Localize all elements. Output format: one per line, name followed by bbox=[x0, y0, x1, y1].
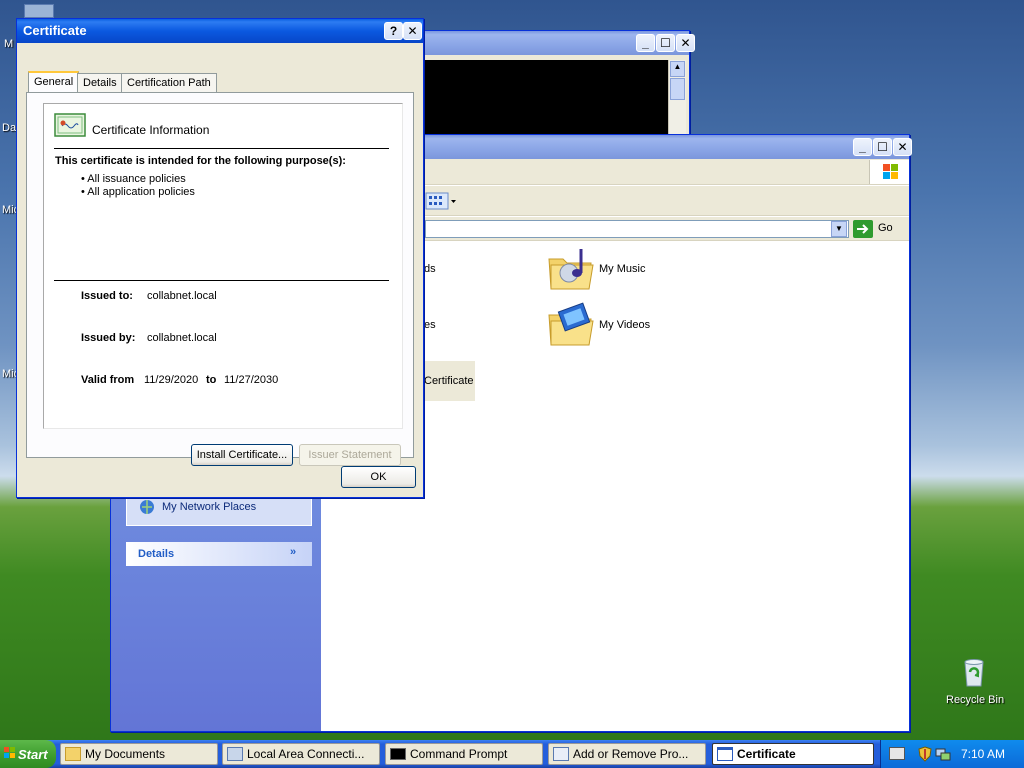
close-button[interactable]: ✕ bbox=[893, 138, 912, 156]
divider bbox=[54, 280, 389, 281]
issued-to-label: Issued to: bbox=[81, 290, 133, 302]
certificate-info-panel: Certificate Information This certificate… bbox=[43, 103, 403, 429]
command-prompt-window: _ ☐ ✕ ▲ bbox=[395, 30, 695, 140]
tab-general[interactable]: General bbox=[28, 71, 80, 93]
tab-details[interactable]: Details bbox=[77, 73, 123, 92]
issued-by-label: Issued by: bbox=[81, 332, 136, 344]
certificate-file-label: Certificate bbox=[424, 375, 474, 387]
windows-logo-icon bbox=[869, 160, 909, 184]
purpose-heading: This certificate is intended for the fol… bbox=[55, 155, 346, 167]
programs-icon bbox=[553, 747, 569, 761]
taskbar: Start My Documents Local Area Connecti..… bbox=[0, 740, 1024, 768]
taskbar-item-label: Local Area Connecti... bbox=[247, 747, 365, 761]
certificate-dialog: Certificate ? ✕ General Details Certific… bbox=[16, 18, 424, 498]
maximize-button[interactable]: ☐ bbox=[873, 138, 892, 156]
network-places-icon bbox=[139, 499, 155, 515]
ok-button[interactable]: OK bbox=[341, 466, 416, 488]
install-certificate-button[interactable]: Install Certificate... bbox=[191, 444, 293, 466]
start-button[interactable]: Start bbox=[0, 740, 56, 768]
purpose-item: • All issuance policies bbox=[81, 173, 186, 185]
desktop-icon-label[interactable]: M bbox=[4, 38, 13, 50]
computer-icon[interactable] bbox=[24, 4, 54, 18]
valid-to-label: to bbox=[206, 374, 217, 386]
expand-chevron-icon[interactable]: » bbox=[290, 546, 296, 558]
maximize-button[interactable]: ☐ bbox=[656, 34, 675, 52]
taskbar-item-add-remove-programs[interactable]: Add or Remove Pro... bbox=[548, 743, 706, 765]
certificate-titlebar[interactable]: Certificate bbox=[17, 19, 423, 43]
details-header-label: Details bbox=[138, 548, 175, 560]
address-input[interactable] bbox=[425, 220, 849, 238]
certificate-icon bbox=[54, 113, 86, 137]
tab-certification-path[interactable]: Certification Path bbox=[121, 73, 217, 92]
console-icon bbox=[390, 748, 406, 760]
valid-to-value: 11/27/2030 bbox=[224, 374, 279, 386]
issued-to-value: collabnet.local bbox=[147, 290, 217, 302]
video-folder-icon[interactable] bbox=[547, 301, 595, 349]
valid-from-label: Valid from bbox=[81, 374, 135, 386]
go-button[interactable]: Go bbox=[878, 222, 893, 234]
music-folder-icon[interactable] bbox=[547, 245, 595, 293]
network-icon bbox=[227, 747, 243, 761]
desktop-icon-label[interactable]: Da bbox=[2, 122, 16, 134]
close-button[interactable]: ✕ bbox=[403, 22, 422, 40]
folder-icon bbox=[65, 747, 81, 761]
my-music-label[interactable]: My Music bbox=[599, 263, 645, 275]
purpose-item: • All application policies bbox=[81, 186, 195, 198]
views-button[interactable] bbox=[425, 192, 459, 210]
minimize-button[interactable]: _ bbox=[853, 138, 872, 156]
network-status-icon[interactable] bbox=[935, 746, 951, 762]
system-tray: 7:10 AM bbox=[880, 740, 1024, 768]
minimize-button[interactable]: _ bbox=[636, 34, 655, 52]
taskbar-item-certificate[interactable]: Certificate bbox=[712, 743, 874, 765]
security-shield-icon[interactable] bbox=[917, 746, 933, 762]
taskbar-item-my-documents[interactable]: My Documents bbox=[60, 743, 218, 765]
divider bbox=[54, 148, 389, 149]
help-button[interactable]: ? bbox=[384, 22, 403, 40]
taskbar-item-label: Certificate bbox=[737, 747, 796, 761]
go-arrow-icon[interactable] bbox=[853, 220, 873, 238]
taskbar-item-local-area-connection[interactable]: Local Area Connecti... bbox=[222, 743, 380, 765]
taskbar-item-command-prompt[interactable]: Command Prompt bbox=[385, 743, 543, 765]
windows-flag-icon bbox=[4, 747, 16, 759]
window-icon bbox=[717, 747, 733, 761]
details-panel-header[interactable]: Details » bbox=[126, 542, 312, 566]
certificate-info-heading: Certificate Information bbox=[92, 123, 210, 137]
file-item-label[interactable]: ds bbox=[424, 263, 436, 275]
address-dropdown-icon[interactable]: ▼ bbox=[831, 221, 847, 237]
tab-page: Certificate Information This certificate… bbox=[26, 92, 414, 466]
valid-from-value: 11/29/2020 bbox=[144, 374, 199, 386]
issued-by-value: collabnet.local bbox=[147, 332, 217, 344]
taskbar-item-label: Command Prompt bbox=[410, 747, 508, 761]
dialog-title: Certificate bbox=[23, 23, 87, 38]
taskbar-item-label: Add or Remove Pro... bbox=[573, 747, 689, 761]
file-item-label[interactable]: es bbox=[424, 319, 436, 331]
recycle-bin-label[interactable]: Recycle Bin bbox=[946, 694, 1004, 706]
network-places-link[interactable]: My Network Places bbox=[162, 501, 256, 513]
taskbar-item-label: My Documents bbox=[85, 747, 166, 761]
start-label: Start bbox=[18, 746, 48, 762]
console-scrollbar[interactable]: ▲ bbox=[668, 60, 686, 140]
close-button[interactable]: ✕ bbox=[676, 34, 695, 52]
clock[interactable]: 7:10 AM bbox=[961, 747, 1005, 761]
recycle-bin-icon[interactable] bbox=[958, 656, 990, 688]
keyboard-icon[interactable] bbox=[889, 747, 905, 760]
console-output[interactable] bbox=[400, 60, 668, 140]
my-videos-label[interactable]: My Videos bbox=[599, 319, 650, 331]
issuer-statement-button[interactable]: Issuer Statement bbox=[299, 444, 401, 466]
